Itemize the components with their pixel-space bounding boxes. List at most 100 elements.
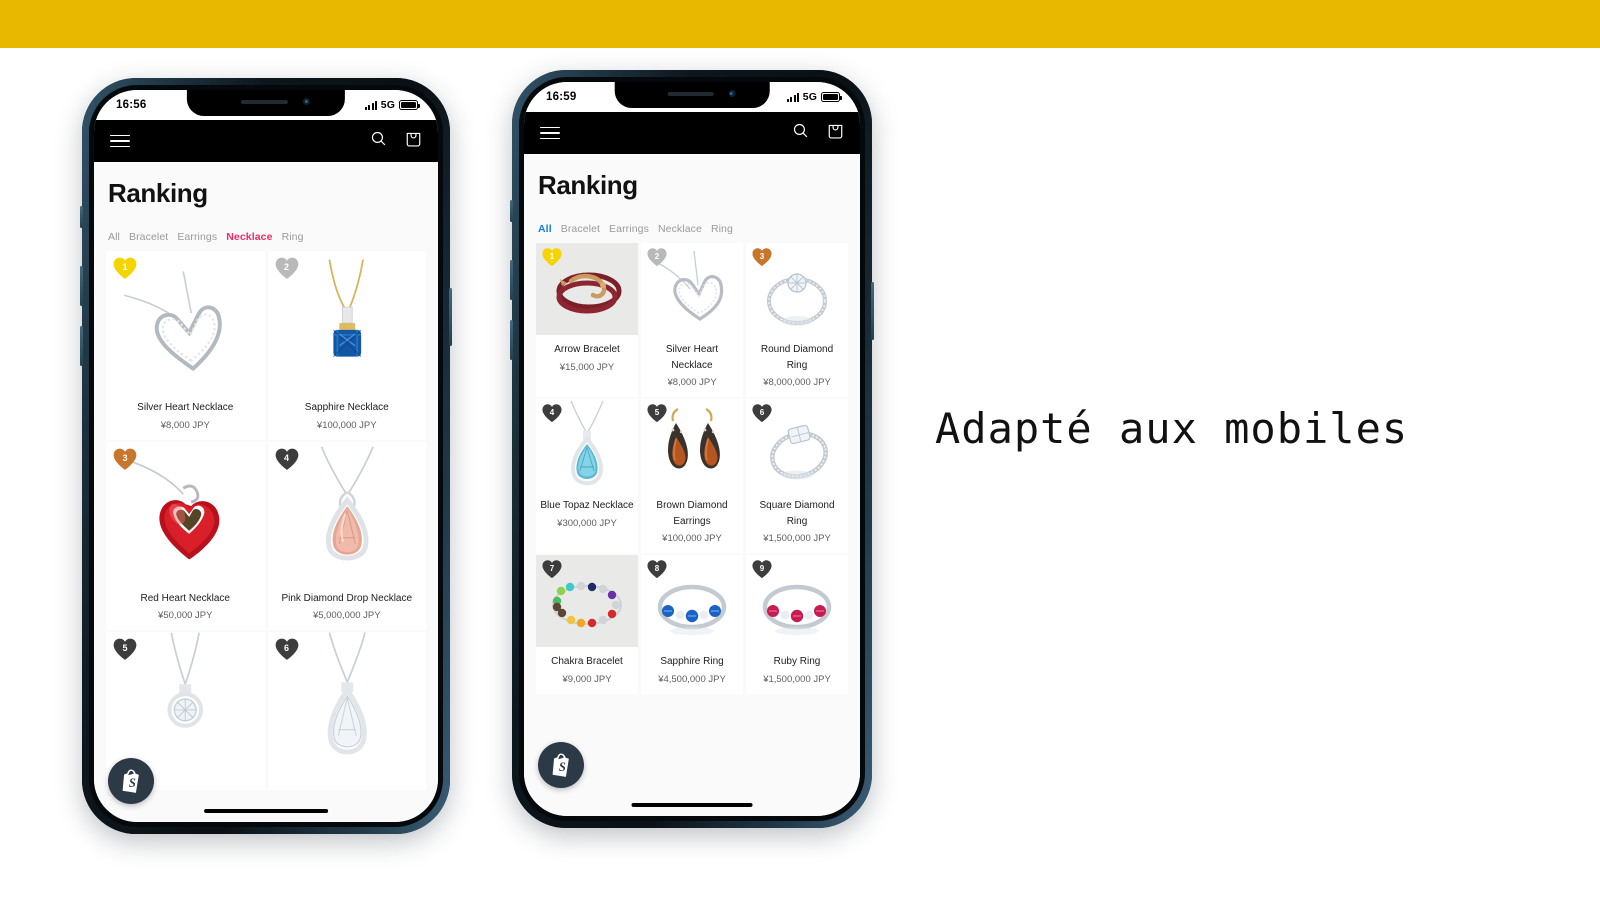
rank-number: 1 [122,262,128,272]
app-header-right [524,112,860,154]
product-price: ¥15,000 JPY [559,361,615,373]
shopify-bag-icon: S [552,753,569,777]
product-card[interactable]: 4 Blue Topaz Necklace ¥300,000 JPY [536,399,638,554]
product-name: Square Diamond Ring [759,500,835,527]
status-indicators-right: 5G [787,91,842,103]
product-card[interactable]: 1 Silver Heart Necklace ¥8,000 JPY [106,251,265,440]
status-time-left: 16:56 [116,99,147,111]
rank-badge-heart-icon: 8 [646,559,668,579]
product-name [343,774,351,781]
power-button-right[interactable] [871,282,874,340]
product-price: ¥100,000 JPY [316,419,377,431]
search-icon[interactable] [792,122,809,144]
category-filter-tabs-left: All Bracelet Earrings Necklace Ring [94,209,438,251]
ranking-page-left: Ranking All Bracelet Earrings Necklace R… [94,162,438,822]
volume-down-right[interactable] [510,320,513,360]
rank-number: 7 [549,563,555,573]
product-price: ¥50,000 JPY [158,610,213,622]
product-card[interactable]: 3 Round Diamond Ring ¥8,000,000 JPY [746,243,848,398]
page-title: Ranking [538,170,638,200]
product-card[interactable]: 1 Arrow Bracelet ¥15,000 JPY [536,243,638,398]
product-price: ¥5,000,000 JPY [312,610,381,622]
phone-right-device: 16:59 5G Ranking All Bracelet Earrings N… [510,70,874,828]
power-button-left[interactable] [449,288,452,346]
shopify-badge-left[interactable]: S [108,758,154,804]
product-card[interactable]: 6 [267,632,426,791]
product-name: Round Diamond Ring [760,344,834,371]
top-yellow-banner [0,0,1600,48]
product-name: Blue Topaz Necklace [540,500,634,512]
search-icon[interactable] [370,130,387,152]
product-name: Red Heart Necklace [140,592,230,604]
product-name: Chakra Bracelet [551,656,623,668]
product-card[interactable]: 2 Sapphire Necklace ¥100,000 JPY [267,251,426,440]
product-image: 5 [641,399,743,492]
cellular-signal-icon [787,92,799,102]
product-image: 8 [641,555,743,648]
rank-badge-heart-icon: 5 [646,403,668,423]
silent-switch-left[interactable] [80,206,83,228]
network-type-label: 5G [802,91,817,103]
volume-up-left[interactable] [80,266,83,306]
rank-number: 4 [283,452,289,463]
front-camera [303,98,311,105]
status-bar-right: 16:59 5G [524,82,860,112]
shopify-bag-icon: S [122,769,139,793]
earpiece-speaker [667,92,714,96]
product-card[interactable]: 7 Chakra Bracelet ¥9,000 JPY [536,555,638,695]
product-image: 4 [267,441,426,584]
volume-down-left[interactable] [80,326,83,366]
product-card[interactable]: 8 Sapphire Ring ¥4,500,000 JPY [641,555,743,695]
product-image: 1 [106,251,265,393]
product-image: 3 [106,441,265,584]
device-notch-left [186,90,346,116]
page-title: Ranking [108,178,208,208]
rank-badge-heart-icon: 1 [541,247,563,267]
silent-switch-right[interactable] [510,200,513,222]
product-image: 6 [267,632,426,775]
tab-bracelet[interactable]: Bracelet [129,231,168,243]
app-header-left [94,120,438,162]
home-indicator-left [204,809,328,813]
header-actions-right [792,122,844,145]
product-card[interactable]: 3 Red Heart Necklace ¥50,000 JPY [106,441,265,631]
battery-icon [399,100,420,110]
hamburger-icon[interactable] [110,134,130,148]
svg-text:S: S [559,760,566,774]
rank-badge-heart-icon: 1 [112,256,138,280]
tab-ring[interactable]: Ring [711,223,733,235]
cellular-signal-icon [365,100,377,110]
tab-ring[interactable]: Ring [282,231,304,243]
volume-up-right[interactable] [510,260,513,300]
product-card[interactable]: 4 Pink Diamond Drop Necklace ¥5,000,000 … [267,441,426,631]
product-name: Brown Diamond Earrings [656,500,728,527]
rank-badge-heart-icon: 4 [274,447,300,471]
tab-earrings[interactable]: Earrings [177,231,217,243]
shopping-bag-icon[interactable] [827,122,844,145]
status-time-right: 16:59 [546,91,577,103]
product-price: ¥1,500,000 JPY [763,533,831,545]
tab-bracelet[interactable]: Bracelet [561,223,600,235]
hamburger-icon[interactable] [540,126,560,140]
status-bar-left: 16:56 5G [94,90,438,120]
rank-badge-heart-icon: 3 [112,447,138,471]
product-card[interactable]: 2 Silver Heart Necklace ¥8,000 JPY [641,243,743,398]
phone-right-screen: 16:59 5G Ranking All Bracelet Earrings N… [524,82,860,816]
tab-all[interactable]: All [108,231,120,243]
product-image: 7 [536,555,638,648]
product-image: 3 [746,243,848,335]
tab-all[interactable]: All [538,223,552,235]
shopping-bag-icon[interactable] [405,130,422,153]
product-card[interactable]: 5 [641,399,743,554]
shopify-badge-right[interactable]: S [538,742,584,788]
tab-necklace[interactable]: Necklace [226,231,272,243]
product-card[interactable]: 9 Ruby Ring ¥1,500,000 JPY [746,555,848,695]
rank-badge-heart-icon: 9 [751,559,773,579]
product-card[interactable]: 6 Square Diamond Ring ¥1,500,000 JPY [746,399,848,554]
rank-number: 8 [654,563,660,573]
tab-earrings[interactable]: Earrings [609,223,649,235]
product-price: ¥8,000,000 JPY [763,377,831,388]
rank-number: 5 [122,643,128,654]
tab-necklace[interactable]: Necklace [658,223,702,235]
rank-badge-heart-icon: 2 [274,256,300,280]
